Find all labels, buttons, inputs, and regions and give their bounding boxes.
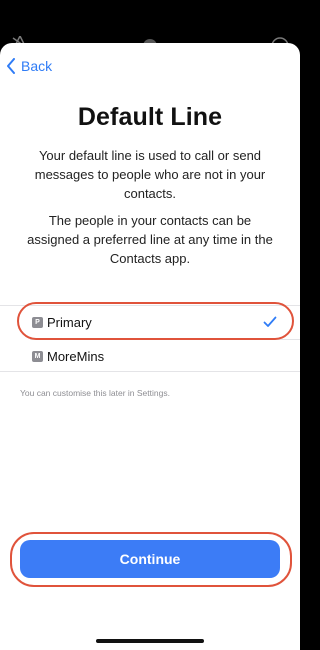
settings-hint: You can customise this later in Settings…	[20, 388, 170, 398]
line-badge-primary: P	[32, 316, 43, 328]
line-label-primary: Primary	[47, 314, 92, 330]
line-option-primary[interactable]: P Primary	[0, 305, 300, 339]
page-title: Default Line	[77, 103, 223, 131]
home-indicator	[96, 639, 204, 643]
description-contacts: The people in your contacts can be assig…	[27, 213, 273, 266]
chevron-left-icon	[6, 58, 16, 74]
back-button[interactable]: Back	[6, 55, 52, 77]
screen: Back Default Line Your default line is u…	[0, 0, 300, 650]
divider	[0, 371, 300, 372]
default-line-sheet: Back Default Line Your default line is u…	[0, 43, 300, 650]
description-default-line: Your default line is used to call or sen…	[34, 148, 266, 201]
continue-button[interactable]: Continue	[20, 540, 280, 578]
line-option-moremins[interactable]: M MoreMins	[0, 339, 300, 373]
checkmark-icon	[263, 315, 277, 333]
back-label: Back	[21, 58, 53, 74]
line-badge-moremins: M	[32, 350, 43, 362]
line-label-moremins: MoreMins	[47, 348, 105, 364]
